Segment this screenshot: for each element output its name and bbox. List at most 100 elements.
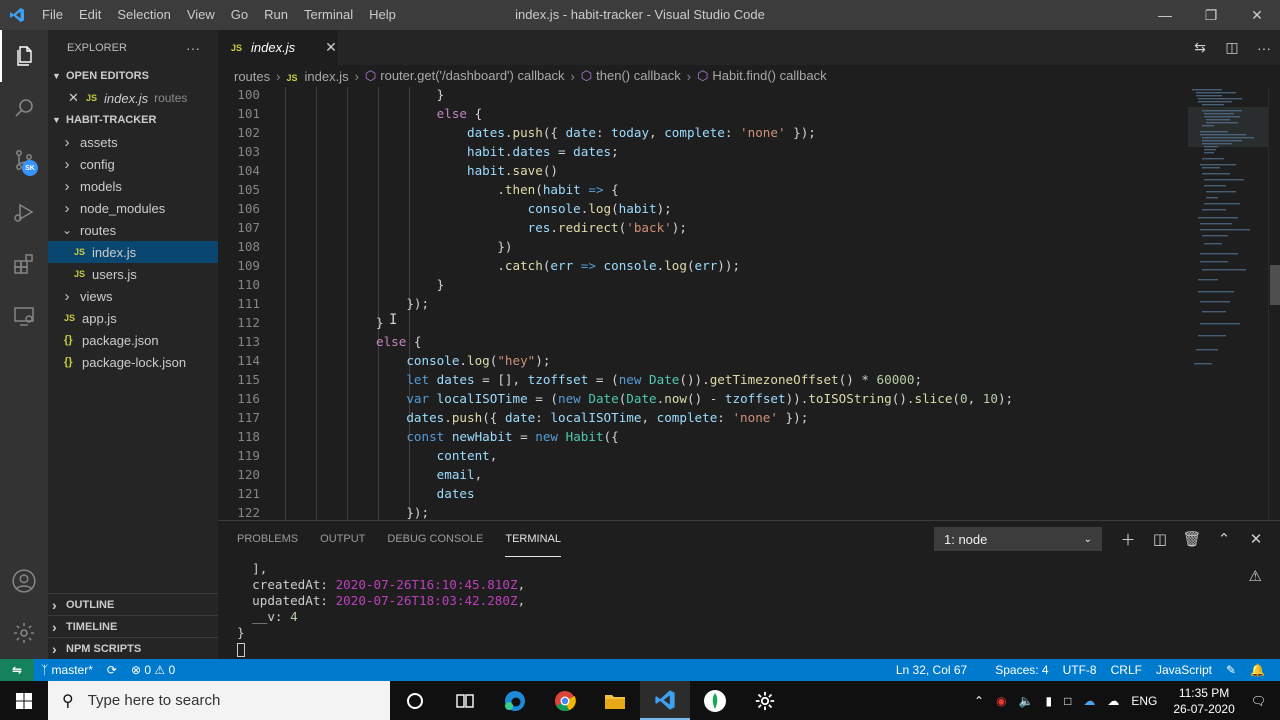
breadcrumb-item[interactable]: JS index.js	[286, 69, 348, 84]
breadcrumb-item[interactable]: ⬡ Habit.find() callback	[697, 68, 827, 84]
menu-selection[interactable]: Selection	[109, 0, 178, 30]
battery-icon[interactable]: ▮	[1046, 694, 1053, 708]
search-icon[interactable]	[0, 82, 48, 134]
tab-close-icon[interactable]: ✕	[325, 39, 337, 56]
open-editor-item[interactable]: ✕ JS index.js routes	[48, 87, 218, 109]
close-editor-icon[interactable]: ✕	[68, 90, 86, 106]
onedrive-cloud-icon[interactable]: ☁	[1083, 694, 1095, 708]
problems-status[interactable]: ⊗ 0 ⚠ 0	[124, 663, 182, 677]
accounts-icon[interactable]	[0, 555, 48, 607]
indentation[interactable]: Spaces: 4	[988, 663, 1055, 677]
section-outline[interactable]: › OUTLINE	[48, 593, 218, 615]
chrome-browser-icon[interactable]	[540, 681, 590, 720]
code-line: let dates = [], tzoffset = (new Date()).…	[285, 372, 922, 387]
tree-folder-routes[interactable]: ⌄ routes	[48, 219, 218, 241]
mongodb-compass-icon[interactable]	[690, 681, 740, 720]
extensions-icon[interactable]	[0, 238, 48, 290]
notifications-bell-icon[interactable]: 🔔	[1243, 663, 1272, 677]
sync-icon[interactable]: ⟳	[100, 663, 124, 677]
project-section[interactable]: ▼ HABIT-TRACKER	[48, 109, 218, 131]
new-terminal-icon[interactable]: ＋	[1112, 529, 1144, 550]
maximize-panel-icon[interactable]: ⌃	[1208, 530, 1240, 548]
taskbar-search[interactable]: ⚲ Type here to search	[48, 681, 390, 720]
trash-icon[interactable]: 🗑	[1176, 530, 1208, 548]
remote-icon[interactable]: ⇋	[0, 659, 34, 681]
remote-explorer-icon[interactable]	[0, 290, 48, 342]
tree-folder-node-modules[interactable]: › node_modules	[48, 197, 218, 219]
record-icon[interactable]: ◉	[996, 694, 1006, 708]
tree-folder-assets[interactable]: › assets	[48, 131, 218, 153]
explorer-icon[interactable]	[0, 30, 48, 82]
section-timeline[interactable]: › TIMELINE	[48, 615, 218, 637]
code-token: complete	[664, 125, 725, 140]
warning-icon[interactable]: ⚠	[1249, 567, 1262, 585]
code-token: else	[436, 106, 467, 121]
input-language[interactable]: ENG	[1131, 694, 1157, 708]
terminal-prompt[interactable]	[237, 641, 525, 657]
breadcrumb-item[interactable]: ⬡ then() callback	[581, 68, 681, 84]
line-ending[interactable]: CRLF	[1104, 663, 1149, 677]
tree-file-package-lock-json[interactable]: {} package-lock.json	[48, 351, 218, 373]
tree-folder-config[interactable]: › config	[48, 153, 218, 175]
chevron-down-icon: ▼	[52, 115, 61, 125]
cortana-icon[interactable]	[390, 681, 440, 720]
more-actions-icon[interactable]: ···	[186, 40, 200, 56]
terminal-select[interactable]: 1: node ⌄	[934, 527, 1102, 551]
cloud-icon[interactable]: ☁	[1107, 694, 1119, 708]
clock[interactable]: 11:35 PM 26-07-2020	[1173, 685, 1234, 717]
network-icon[interactable]: □	[1064, 694, 1071, 708]
panel-tab-terminal[interactable]: TERMINAL	[505, 521, 561, 557]
editor-scrollbar[interactable]	[1268, 87, 1280, 520]
tree-file-users-js[interactable]: JS users.js	[48, 263, 218, 285]
menu-file[interactable]: File	[34, 0, 71, 30]
tree-folder-views[interactable]: › views	[48, 285, 218, 307]
menu-edit[interactable]: Edit	[71, 0, 109, 30]
menu-go[interactable]: Go	[223, 0, 256, 30]
branch-status[interactable]: ᛉ master*	[34, 663, 100, 677]
live-share-icon[interactable]: ✎	[1219, 663, 1243, 677]
tree-file-app-js[interactable]: JS app.js	[48, 307, 218, 329]
section-npm-scripts[interactable]: › NPM SCRIPTS	[48, 637, 218, 659]
split-terminal-icon[interactable]: ◫	[1144, 530, 1176, 548]
source-control-icon[interactable]: SK	[0, 134, 48, 186]
menu-terminal[interactable]: Terminal	[296, 0, 361, 30]
language-mode[interactable]: JavaScript	[1149, 663, 1219, 677]
split-editor-icon[interactable]: ◫	[1216, 30, 1248, 65]
panel-tab-debug-console[interactable]: DEBUG CONSOLE	[387, 521, 483, 557]
tree-file-package-json[interactable]: {} package.json	[48, 329, 218, 351]
scrollbar-thumb[interactable]	[1270, 265, 1280, 305]
show-hidden-icons-icon[interactable]: ⌃	[974, 694, 984, 708]
minimap[interactable]	[1188, 87, 1268, 520]
menu-help[interactable]: Help	[361, 0, 404, 30]
tab-index-js[interactable]: JS index.js ✕	[218, 30, 338, 65]
terminal-output[interactable]: ], createdAt: 2020-07-26T16:10:45.810Z, …	[237, 561, 525, 657]
close-panel-icon[interactable]: ✕	[1240, 530, 1272, 548]
code-editor[interactable]: I 100 } 101 else {102 dates.push({ date: …	[218, 87, 1188, 520]
close-icon[interactable]: ✕	[1234, 0, 1280, 30]
settings-gear-icon[interactable]	[0, 607, 48, 659]
breadcrumb-item[interactable]: routes	[234, 69, 270, 84]
minimize-icon[interactable]: —	[1142, 0, 1188, 30]
compare-changes-icon[interactable]: ⇆	[1184, 30, 1216, 65]
cursor-position[interactable]: Ln 32, Col 67	[889, 663, 974, 677]
more-actions-icon[interactable]: ···	[1248, 30, 1280, 65]
run-debug-icon[interactable]	[0, 186, 48, 238]
volume-icon[interactable]: 🔈	[1019, 694, 1034, 708]
file-explorer-icon[interactable]	[590, 681, 640, 720]
menu-run[interactable]: Run	[256, 0, 296, 30]
action-center-icon[interactable]: 🗨	[1251, 694, 1266, 708]
open-editors-section[interactable]: ▼ OPEN EDITORS	[48, 65, 218, 87]
menu-view[interactable]: View	[179, 0, 223, 30]
restore-icon[interactable]: ❐	[1188, 0, 1234, 30]
panel-tab-output[interactable]: OUTPUT	[320, 521, 365, 557]
encoding[interactable]: UTF-8	[1056, 663, 1104, 677]
panel-tab-problems[interactable]: PROBLEMS	[237, 521, 298, 557]
tree-file-index-js[interactable]: JS index.js	[48, 241, 218, 263]
vscode-taskbar-icon[interactable]	[640, 681, 690, 720]
edge-browser-icon[interactable]	[490, 681, 540, 720]
task-view-icon[interactable]	[440, 681, 490, 720]
windows-start-icon[interactable]	[0, 681, 48, 720]
breadcrumb-item[interactable]: ⬡ router.get('/dashboard') callback	[365, 68, 565, 84]
tree-folder-models[interactable]: › models	[48, 175, 218, 197]
settings-gear-icon[interactable]	[740, 681, 790, 720]
